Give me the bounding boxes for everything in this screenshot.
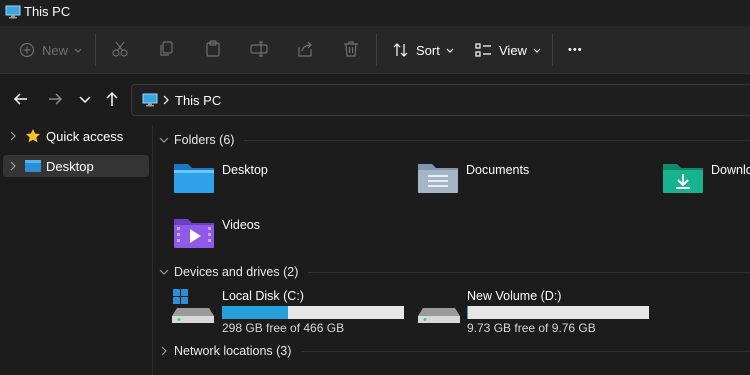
drive-free-space: 9.73 GB free of 9.76 GB — [467, 321, 596, 335]
share-icon[interactable] — [296, 40, 314, 58]
expand-chevron-icon — [161, 346, 167, 356]
group-divider — [244, 139, 750, 141]
rename-icon[interactable] — [250, 40, 268, 58]
folders-group-header[interactable]: Folders (6) — [159, 133, 750, 147]
toolbar-divider — [552, 34, 553, 66]
network-group-header[interactable]: Network locations (3) — [159, 344, 750, 358]
drives-group-header[interactable]: Devices and drives (2) — [159, 265, 750, 279]
view-button[interactable]: View — [475, 26, 542, 74]
drive-name: Local Disk (C:) — [222, 289, 304, 303]
folder-item-videos[interactable]: Videos — [173, 215, 260, 249]
toolbar-divider — [95, 34, 96, 66]
sort-icon — [393, 43, 408, 57]
downloads-folder-icon — [663, 164, 703, 193]
folder-item-documents[interactable]: Documents — [417, 160, 529, 194]
content-pane: Folders (6) Desktop Documents Downlo Vid… — [154, 125, 750, 375]
plus-circle-icon — [19, 42, 35, 58]
folder-label: Videos — [222, 218, 260, 232]
folder-item-desktop[interactable]: Desktop — [173, 160, 268, 194]
group-divider — [308, 271, 750, 273]
drive-usage-bar — [222, 306, 404, 319]
group-divider — [301, 350, 750, 352]
drive-free-space: 298 GB free of 466 GB — [222, 321, 345, 335]
windows-drive-icon — [172, 289, 214, 323]
expand-chevron-icon[interactable] — [8, 161, 18, 171]
navigation-pane: Quick access Desktop — [0, 125, 153, 375]
sort-button[interactable]: Sort — [392, 26, 455, 74]
drive-usage-fill — [222, 306, 288, 319]
title-bar: This PC — [0, 0, 750, 26]
new-label: New — [42, 42, 69, 58]
desktop-folder-icon — [174, 164, 214, 193]
navigation-row: This PC — [0, 75, 750, 125]
breadcrumb-this-pc[interactable]: This PC — [175, 93, 221, 108]
drive-icon — [418, 308, 460, 323]
address-bar[interactable]: This PC — [131, 84, 750, 116]
collapse-chevron-icon — [159, 137, 169, 143]
more-options-button[interactable]: ••• — [568, 26, 583, 74]
group-title: Network locations (3) — [174, 344, 292, 358]
chevron-down-icon — [74, 48, 82, 53]
toolbar-divider — [376, 34, 377, 66]
cut-icon[interactable] — [111, 40, 129, 58]
new-button[interactable]: New — [19, 26, 83, 74]
expand-chevron-icon[interactable] — [8, 131, 18, 141]
window-title: This PC — [24, 4, 71, 19]
group-title: Folders (6) — [174, 133, 235, 147]
folder-label: Desktop — [222, 163, 268, 177]
drive-usage-bar — [467, 306, 649, 319]
group-title: Devices and drives (2) — [174, 265, 299, 279]
sidebar-item-label: Quick access — [46, 128, 124, 144]
breadcrumb-chevron-icon — [163, 95, 169, 105]
sidebar-item-desktop[interactable]: Desktop — [3, 155, 149, 177]
this-pc-icon — [142, 93, 158, 107]
this-pc-icon — [5, 5, 21, 19]
view-label: View — [499, 42, 527, 58]
sort-label: Sort — [416, 42, 440, 58]
forward-arrow-icon[interactable] — [44, 88, 66, 110]
paste-icon[interactable] — [204, 40, 222, 58]
recent-locations-chevron-icon[interactable] — [74, 88, 96, 110]
folder-item-downloads[interactable]: Downlo — [662, 160, 750, 194]
videos-folder-icon — [174, 219, 214, 248]
delete-icon[interactable] — [342, 40, 360, 58]
command-bar: New Sort View ••• — [0, 26, 750, 74]
desktop-icon — [25, 160, 41, 172]
chevron-down-icon — [446, 48, 454, 53]
drive-item-d[interactable]: New Volume (D:) 9.73 GB free of 9.76 GB — [417, 288, 657, 336]
folder-label: Documents — [466, 163, 530, 177]
back-arrow-icon[interactable] — [10, 88, 32, 110]
view-icon — [475, 43, 491, 57]
drive-name: New Volume (D:) — [467, 289, 562, 303]
documents-folder-icon — [418, 164, 458, 193]
sidebar-item-label: Desktop — [46, 158, 94, 174]
copy-icon[interactable] — [158, 40, 176, 58]
chevron-down-icon — [533, 48, 541, 53]
up-arrow-icon[interactable] — [101, 88, 123, 110]
drive-item-c[interactable]: Local Disk (C:) 298 GB free of 466 GB — [171, 288, 411, 336]
folder-label: Downlo — [711, 163, 750, 177]
collapse-chevron-icon — [159, 269, 169, 275]
drive-usage-fill — [467, 306, 468, 319]
sidebar-item-quick-access[interactable]: Quick access — [3, 125, 149, 147]
star-icon — [26, 129, 40, 143]
